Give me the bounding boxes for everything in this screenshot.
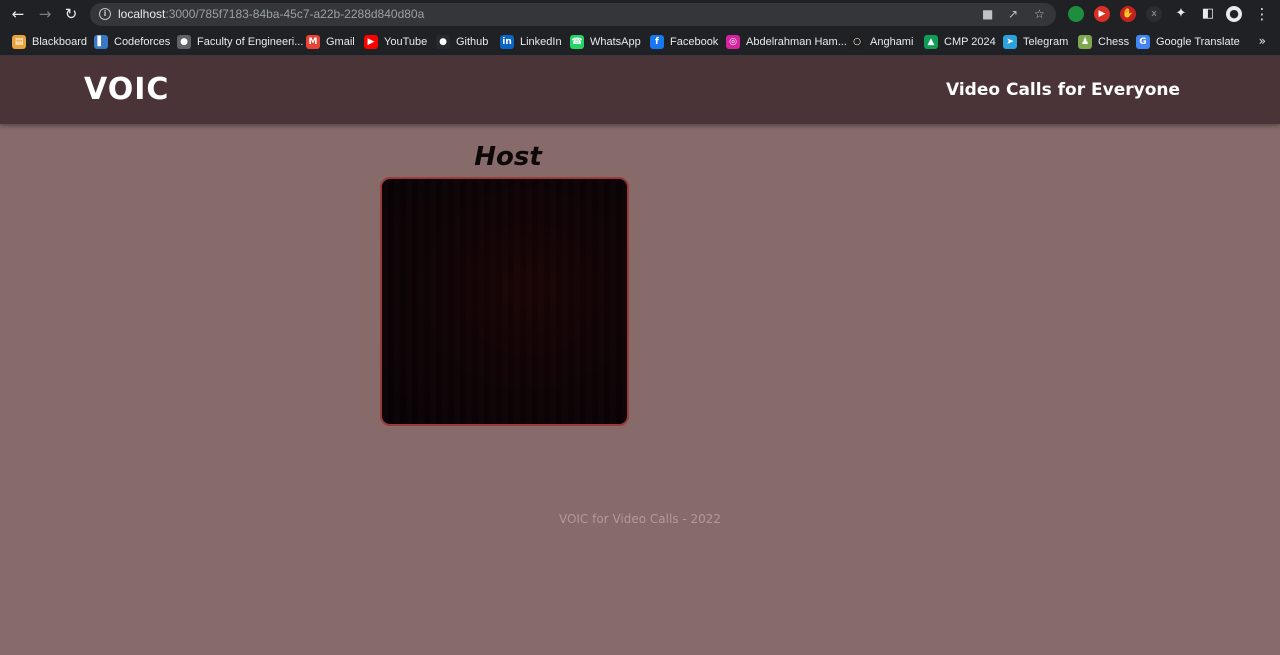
bookmark-anghami[interactable]: ○ Anghami bbox=[850, 34, 913, 50]
video-extension-icon[interactable]: ▶ bbox=[1094, 6, 1110, 22]
bookmark-label: Faculty of Engineeri... bbox=[197, 36, 304, 48]
bookmark-label: Facebook bbox=[670, 36, 719, 48]
bookmark-label: WhatsApp bbox=[590, 36, 641, 48]
youtube-icon: ▶ bbox=[364, 35, 378, 49]
facebook-icon: f bbox=[650, 35, 664, 49]
translate-icon: G bbox=[1136, 35, 1150, 49]
menu-dots-icon[interactable]: ⋮ bbox=[1253, 5, 1271, 23]
gmail-icon: M bbox=[306, 35, 320, 49]
chess-icon: ♟ bbox=[1078, 35, 1092, 49]
camera-icon[interactable]: ■ bbox=[982, 7, 993, 21]
bookmarks-bar: ▤ Blackboard ▌ Codeforces ● Faculty of Engine… bbox=[0, 29, 1280, 56]
blackboard-icon: ▤ bbox=[12, 35, 26, 49]
bookmark-faculty-of-engineeri[interactable]: ● Faculty of Engineeri... bbox=[177, 34, 303, 50]
host-label: Host bbox=[474, 142, 542, 172]
share-icon[interactable]: ↗ bbox=[1008, 7, 1018, 21]
bookmark-label: Gmail bbox=[326, 36, 355, 48]
header-tagline: Video Calls for Everyone bbox=[946, 80, 1180, 100]
linkedin-icon: in bbox=[500, 35, 514, 49]
app-header: VOIC Video Calls for Everyone bbox=[0, 56, 1280, 124]
bookmark-codeforces[interactable]: ▌ Codeforces bbox=[94, 34, 170, 50]
github-icon: ● bbox=[436, 35, 450, 49]
bookmark-label: YouTube bbox=[384, 36, 428, 48]
bookmark-label: Anghami bbox=[870, 36, 914, 48]
bookmark-youtube[interactable]: ▶ YouTube bbox=[364, 34, 427, 50]
bookmark-label: Codeforces bbox=[114, 36, 171, 48]
browser-toolbar: ← → ↻ i localhost:3000/785f7183-84ba-45c… bbox=[0, 0, 1280, 29]
host-video[interactable] bbox=[380, 177, 629, 426]
bookmark-label: Blackboard bbox=[32, 36, 88, 48]
bookmark-label: Abdelrahman Ham... bbox=[746, 36, 847, 48]
drive-icon: ▲ bbox=[924, 35, 938, 49]
address-url[interactable]: localhost:3000/785f7183-84ba-45c7-a22b-2… bbox=[118, 7, 424, 21]
extension-icon[interactable] bbox=[1068, 6, 1084, 22]
bookmark-github[interactable]: ● Github bbox=[436, 34, 488, 50]
brand-logo[interactable]: VOIC bbox=[84, 72, 169, 107]
instagram-icon: ◎ bbox=[726, 35, 740, 49]
footer-text: VOIC for Video Calls - 2022 bbox=[558, 512, 722, 526]
bookmark-label: CMP 2024 bbox=[944, 36, 996, 48]
bookmark-blackboard[interactable]: ▤ Blackboard bbox=[12, 34, 87, 50]
bookmark-star-icon[interactable]: ☆ bbox=[1034, 7, 1045, 21]
bookmark-label: Telegram bbox=[1023, 36, 1069, 48]
bookmark-linkedin[interactable]: in LinkedIn bbox=[500, 34, 562, 50]
globe-icon: ● bbox=[177, 35, 191, 49]
bookmark-label: Github bbox=[456, 36, 489, 48]
bookmark-label: Chess bbox=[1098, 36, 1130, 48]
bookmark-abdelrahman-ham[interactable]: ◎ Abdelrahman Ham... bbox=[726, 34, 847, 50]
anghami-icon: ○ bbox=[850, 35, 864, 49]
profile-avatar[interactable]: ● bbox=[1226, 6, 1242, 22]
telegram-icon: ➤ bbox=[1003, 35, 1017, 49]
back-arrow-icon[interactable]: ← bbox=[9, 5, 27, 23]
bookmark-cmp-2024[interactable]: ▲ CMP 2024 bbox=[924, 34, 996, 50]
puzzle-icon[interactable]: ✦ bbox=[1173, 6, 1189, 22]
bookmarks-overflow-chevron[interactable]: » bbox=[1259, 34, 1266, 48]
site-info-icon[interactable]: i bbox=[99, 8, 111, 20]
bookmark-telegram[interactable]: ➤ Telegram bbox=[1003, 34, 1068, 50]
close-extension-icon[interactable]: x bbox=[1146, 6, 1162, 22]
bookmark-google-translate[interactable]: G Google Translate bbox=[1136, 34, 1240, 50]
bookmark-gmail[interactable]: M Gmail bbox=[306, 34, 355, 50]
forward-arrow-icon[interactable]: → bbox=[36, 5, 54, 23]
adblock-icon[interactable]: ✋ bbox=[1120, 6, 1136, 22]
reload-icon[interactable]: ↻ bbox=[62, 5, 80, 23]
bookmark-facebook[interactable]: f Facebook bbox=[650, 34, 718, 50]
address-bar[interactable]: i localhost:3000/785f7183-84ba-45c7-a22b… bbox=[90, 3, 1056, 26]
whatsapp-icon: ☎ bbox=[570, 35, 584, 49]
bookmark-label: Google Translate bbox=[1156, 36, 1240, 48]
bookmark-label: LinkedIn bbox=[520, 36, 562, 48]
side-panel-icon[interactable]: ◧ bbox=[1200, 6, 1216, 22]
bookmark-whatsapp[interactable]: ☎ WhatsApp bbox=[570, 34, 641, 50]
codeforces-icon: ▌ bbox=[94, 35, 108, 49]
bookmark-chess[interactable]: ♟ Chess bbox=[1078, 34, 1129, 50]
